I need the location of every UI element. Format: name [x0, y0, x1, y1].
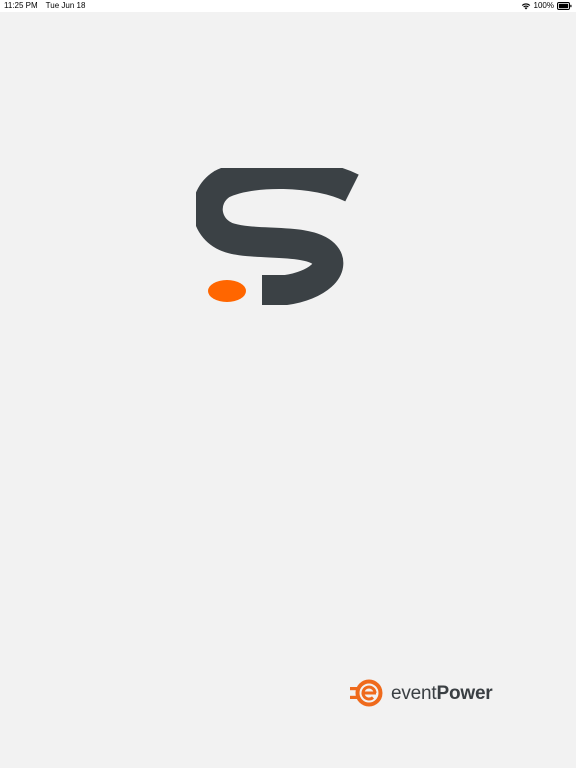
- eventpower-logo: eventPower: [350, 678, 493, 708]
- battery-icon: [557, 1, 572, 10]
- eventpower-mark-icon: [350, 679, 383, 707]
- battery-percent: 100%: [533, 1, 554, 10]
- status-right: 100%: [521, 1, 572, 10]
- wifi-icon: [521, 2, 531, 10]
- s-logo-icon: [192, 159, 359, 305]
- status-bar: 11:25 PM Tue Jun 18 100%: [0, 0, 576, 12]
- brand-word-event: event: [391, 682, 437, 704]
- brand-wordmark: eventPower: [391, 684, 493, 703]
- app-logo: [192, 159, 372, 316]
- brand-word-power: Power: [436, 682, 493, 704]
- status-date: Tue Jun 18: [45, 1, 86, 10]
- status-time: 11:25 PM: [4, 1, 38, 10]
- orange-dot-icon: [208, 280, 246, 302]
- status-left: 11:25 PM Tue Jun 18: [4, 1, 85, 10]
